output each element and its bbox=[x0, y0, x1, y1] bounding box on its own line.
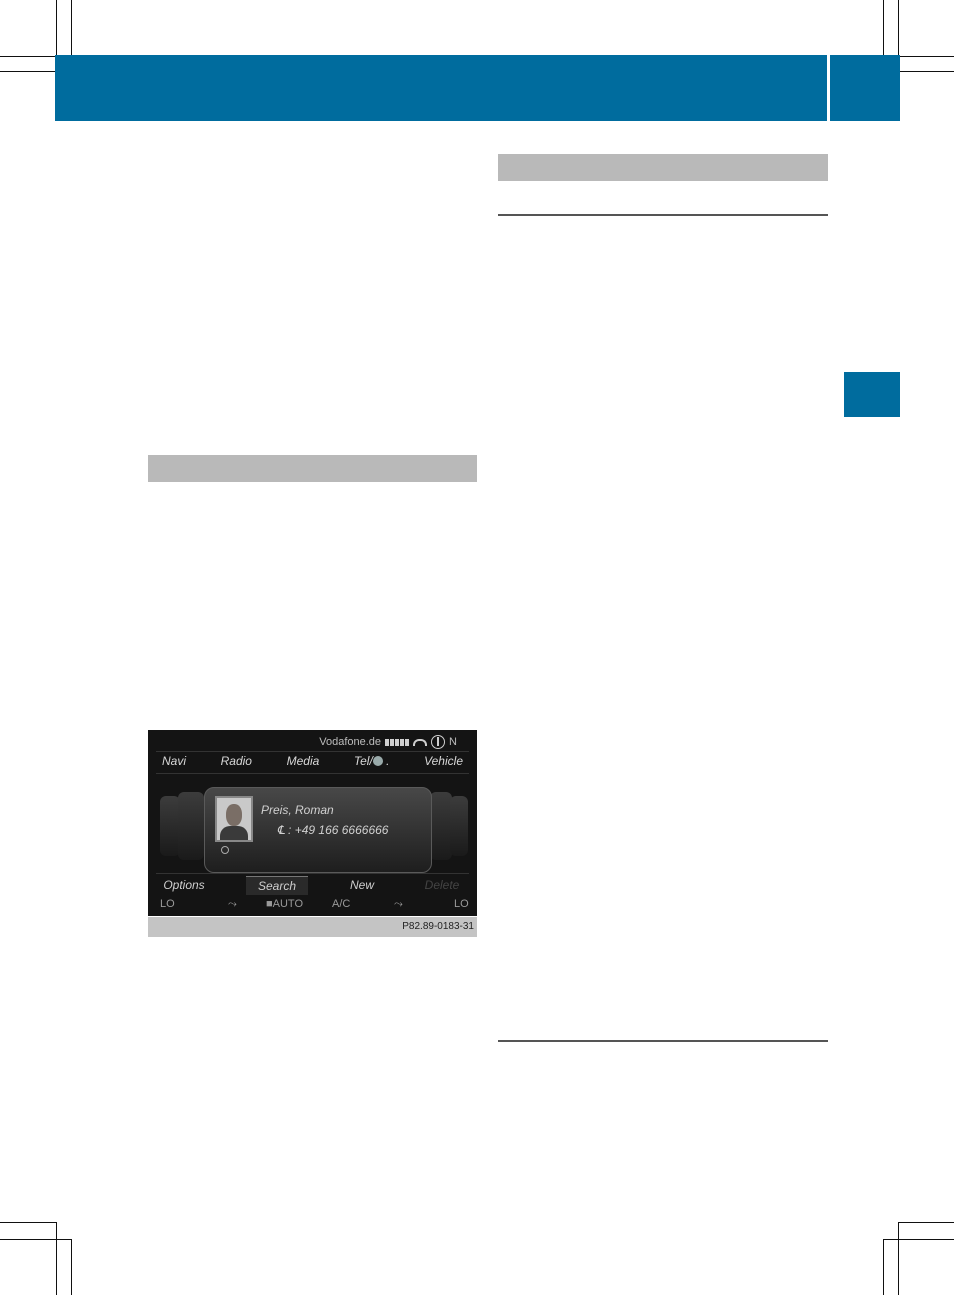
section-heading-bar bbox=[148, 455, 477, 482]
rule-line bbox=[498, 214, 828, 216]
figure-caption-bar: P82.89-0183-31 bbox=[148, 917, 477, 937]
divider bbox=[156, 751, 469, 752]
climate-bar: LO ⤳ ■ AUTO A/C ⤳ LO bbox=[148, 898, 477, 914]
rule-line bbox=[498, 1040, 828, 1042]
contact-name: Preis, Roman bbox=[261, 803, 334, 817]
crop-mark bbox=[900, 71, 954, 72]
crop-mark bbox=[898, 1222, 954, 1223]
contact-number: ℄ : +49 166 6666666 bbox=[277, 823, 389, 837]
page-header-bar bbox=[55, 55, 827, 121]
crop-mark bbox=[0, 71, 55, 72]
auto-label: ■ AUTO bbox=[266, 898, 304, 910]
menu-item-vehicle[interactable]: Vehicle bbox=[424, 754, 463, 772]
contact-card[interactable]: Preis, Roman ℄ : +49 166 6666666 bbox=[204, 787, 432, 873]
delete-button[interactable]: Delete bbox=[412, 876, 472, 894]
seat-fan-icon: ⤳ bbox=[228, 898, 237, 910]
contact-card-right[interactable] bbox=[430, 792, 452, 860]
globe-icon bbox=[372, 756, 383, 766]
right-temp: LO bbox=[454, 898, 469, 910]
contact-photo bbox=[215, 796, 253, 842]
main-menu: Navi Radio Media Tel/ . Vehicle bbox=[148, 754, 477, 772]
seat-fan-icon-right: ⤳ bbox=[394, 898, 403, 910]
crop-mark bbox=[71, 0, 72, 55]
crop-mark bbox=[0, 1239, 72, 1240]
menu-item-media[interactable]: Media bbox=[287, 754, 320, 772]
menu-item-radio[interactable]: Radio bbox=[221, 754, 252, 772]
contact-card-left[interactable] bbox=[178, 792, 204, 860]
ac-label: A/C bbox=[332, 898, 351, 910]
softkey-bar: Options Search New Delete bbox=[148, 876, 477, 895]
chapter-side-tab bbox=[844, 372, 900, 417]
contact-card-right-far[interactable] bbox=[450, 796, 468, 856]
crop-mark bbox=[56, 1222, 57, 1295]
carrier-label: Vodafone.de bbox=[319, 736, 382, 748]
contact-shoulders bbox=[220, 826, 248, 840]
crop-mark bbox=[0, 1222, 56, 1223]
auto-text: AUTO bbox=[272, 898, 304, 910]
crop-mark bbox=[883, 1239, 954, 1240]
crop-mark bbox=[71, 1240, 72, 1295]
search-button[interactable]: Search bbox=[246, 876, 308, 895]
head-unit-screenshot: Vodafone.de N Navi Radio Media Tel/ . Ve… bbox=[148, 730, 477, 916]
new-button[interactable]: New bbox=[332, 876, 392, 894]
menu-item-navi[interactable]: Navi bbox=[162, 754, 186, 772]
page-number-tab bbox=[830, 55, 900, 121]
figure-id: P82.89-0183-31 bbox=[402, 921, 474, 932]
contact-status-icon bbox=[221, 846, 229, 854]
menu-item-tel-label: Tel/ bbox=[353, 754, 373, 768]
crop-mark bbox=[898, 1222, 899, 1295]
signal-strength-icon bbox=[385, 738, 410, 746]
divider bbox=[156, 773, 469, 774]
phone-icon bbox=[413, 738, 428, 746]
contact-card-left-far[interactable] bbox=[160, 796, 180, 856]
section-heading-bar bbox=[498, 154, 828, 181]
left-temp: LO bbox=[160, 898, 175, 910]
crop-mark bbox=[883, 0, 884, 55]
contact-face bbox=[226, 804, 242, 826]
menu-item-tel[interactable]: Tel/ . bbox=[354, 754, 390, 772]
compass-direction: N bbox=[449, 736, 457, 748]
crop-mark bbox=[883, 1240, 884, 1295]
status-bar: Vodafone.de N bbox=[319, 735, 457, 749]
divider bbox=[156, 873, 469, 874]
options-button[interactable]: Options bbox=[154, 876, 214, 894]
compass-icon bbox=[431, 735, 446, 749]
